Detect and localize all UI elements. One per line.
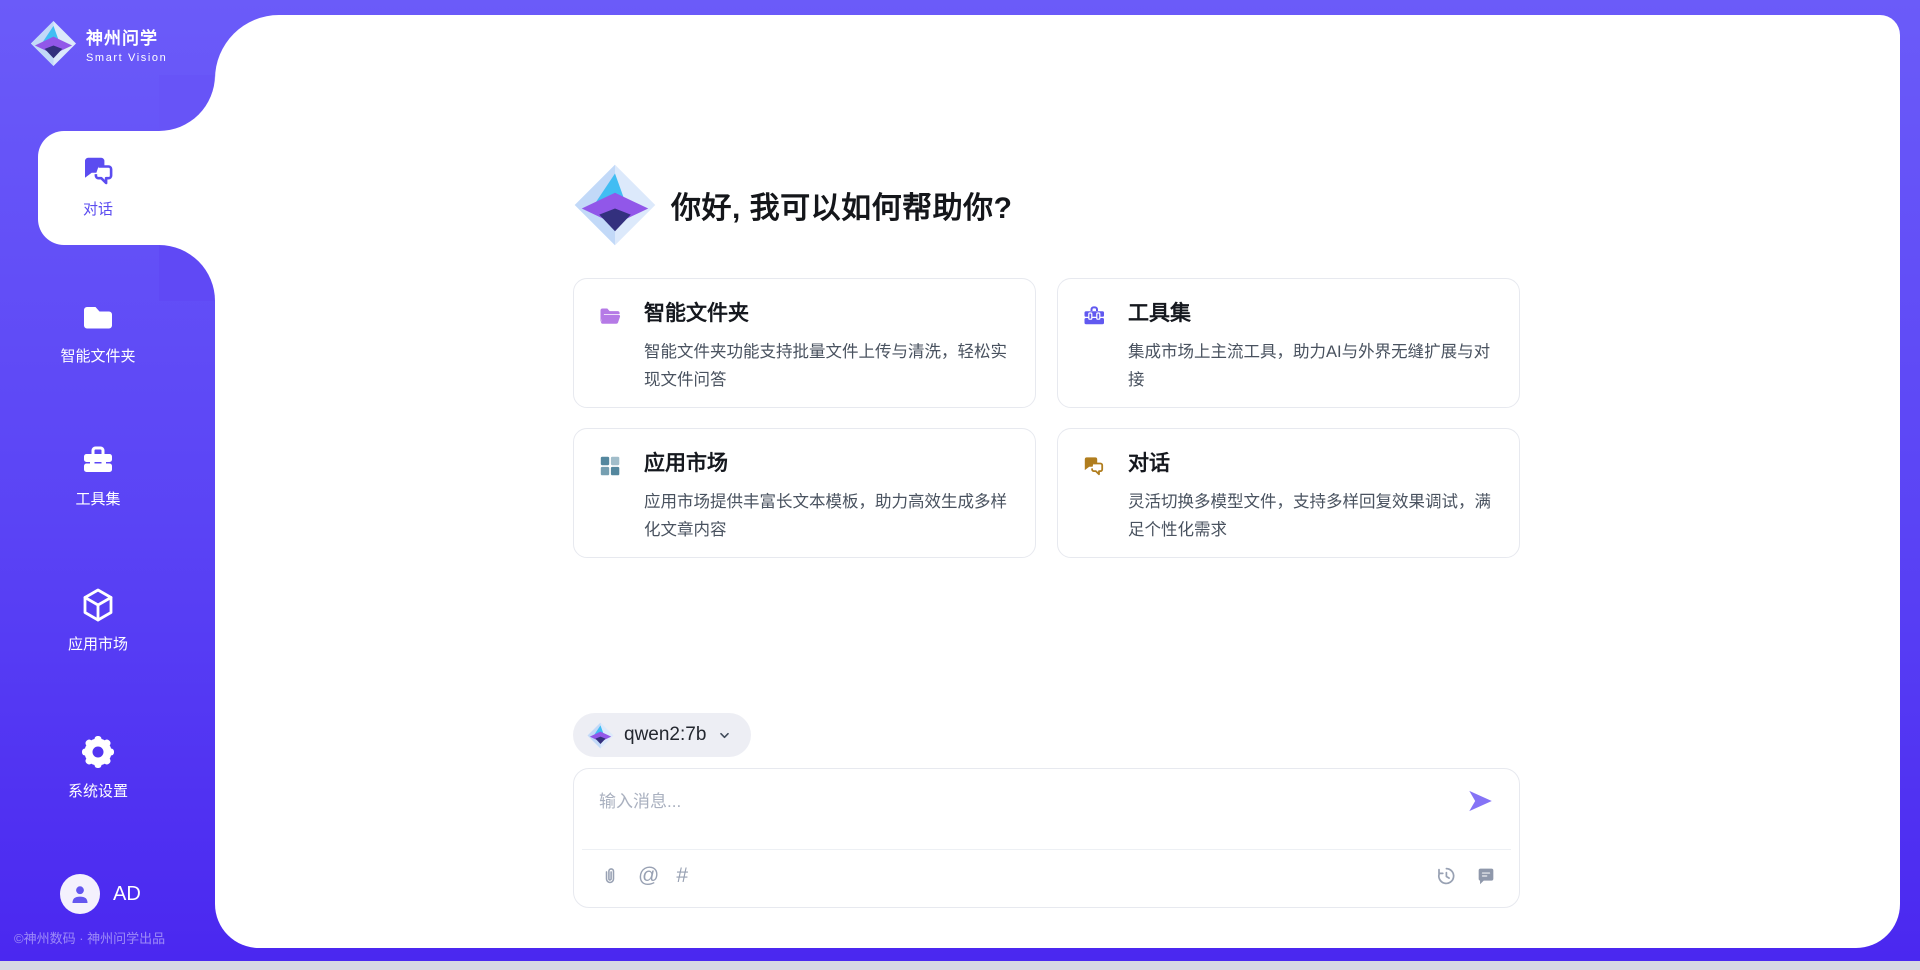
card-description: 集成市场上主流工具，助力AI与外界无缝扩展与对接 xyxy=(1128,338,1495,394)
send-icon xyxy=(1465,786,1495,816)
feature-card-chat[interactable]: 对话 灵活切换多模型文件，支持多样回复效果调试，满足个性化需求 xyxy=(1057,428,1520,558)
send-button[interactable] xyxy=(1463,785,1497,819)
tab-curve-top xyxy=(159,75,215,131)
avatar xyxy=(60,874,100,914)
chat-icon xyxy=(1082,454,1106,478)
sidebar-item-toolset[interactable]: 工具集 xyxy=(38,440,158,509)
toolbox-icon xyxy=(78,440,118,480)
folder-icon xyxy=(78,297,118,337)
model-name: qwen2:7b xyxy=(624,724,706,746)
feature-cards: 智能文件夹 智能文件夹功能支持批量文件上传与清洗，轻松实现文件问答 xyxy=(573,278,1520,558)
greeting-title: 你好, 我可以如何帮助你? xyxy=(671,183,1013,227)
mention-icon[interactable]: @ xyxy=(638,865,659,887)
attachment-icon[interactable] xyxy=(599,864,621,888)
sidebar: 神州问学 Smart Vision 对话 智能文件夹 xyxy=(0,0,215,961)
brand-text: 神州问学 Smart Vision xyxy=(86,24,167,64)
card-title: 对话 xyxy=(1128,449,1495,479)
card-body: 应用市场 应用市场提供丰富长文本模板，助力高效生成多样化文章内容 xyxy=(644,449,1011,544)
card-body: 工具集 集成市场上主流工具，助力AI与外界无缝扩展与对接 xyxy=(1128,299,1495,394)
feature-card-app-market[interactable]: 应用市场 应用市场提供丰富长文本模板，助力高效生成多样化文章内容 xyxy=(573,428,1036,558)
sidebar-item-label: 应用市场 xyxy=(68,633,128,654)
briefcase-icon xyxy=(1082,304,1106,328)
card-body: 对话 灵活切换多模型文件，支持多样回复效果调试，满足个性化需求 xyxy=(1128,449,1495,544)
gear-icon xyxy=(78,732,118,772)
history-icon[interactable] xyxy=(1434,864,1458,888)
card-description: 应用市场提供丰富长文本模板，助力高效生成多样化文章内容 xyxy=(644,488,1011,544)
message-input[interactable] xyxy=(599,787,1439,841)
sidebar-item-label: 智能文件夹 xyxy=(60,345,135,366)
composer-toolbar: @ # xyxy=(599,864,1497,888)
card-body: 智能文件夹 智能文件夹功能支持批量文件上传与清洗，轻松实现文件问答 xyxy=(644,299,1011,394)
sidebar-item-settings[interactable]: 系统设置 xyxy=(38,732,158,801)
brand: 神州问学 Smart Vision xyxy=(30,20,167,67)
model-logo-icon xyxy=(587,722,614,749)
brand-name: 神州问学 xyxy=(86,24,167,49)
sidebar-item-label: 工具集 xyxy=(75,488,120,509)
person-icon xyxy=(68,882,92,906)
sidebar-item-label: 系统设置 xyxy=(68,780,128,801)
sidebar-item-label: 对话 xyxy=(83,198,113,219)
sidebar-item-chat[interactable]: 对话 xyxy=(38,150,158,219)
composer-divider xyxy=(582,849,1511,850)
sidebar-item-app-market[interactable]: 应用市场 xyxy=(38,585,158,654)
composer-toolbar-left: @ # xyxy=(599,864,688,888)
chevron-down-icon xyxy=(716,727,733,744)
grid-icon xyxy=(598,454,622,478)
composer-toolbar-right xyxy=(1434,864,1497,888)
app-root: 神州问学 Smart Vision 对话 智能文件夹 xyxy=(0,0,1920,970)
brand-subtitle: Smart Vision xyxy=(86,52,167,64)
composer: @ # xyxy=(573,768,1520,908)
main-panel: 你好, 我可以如何帮助你? 智能文件夹 智能文件夹功能支持批量文件上传与清洗，轻… xyxy=(215,15,1900,948)
card-title: 工具集 xyxy=(1128,299,1495,329)
card-title: 应用市场 xyxy=(644,449,1011,479)
card-description: 灵活切换多模型文件，支持多样回复效果调试，满足个性化需求 xyxy=(1128,488,1495,544)
model-selector[interactable]: qwen2:7b xyxy=(573,713,751,757)
card-title: 智能文件夹 xyxy=(644,299,1011,329)
brand-logo-icon xyxy=(30,20,77,67)
user-initials: AD xyxy=(113,883,141,906)
user-profile[interactable]: AD xyxy=(60,874,141,914)
assistant-logo-icon xyxy=(573,163,657,247)
folder-open-icon xyxy=(598,304,622,328)
center-column: 你好, 我可以如何帮助你? 智能文件夹 智能文件夹功能支持批量文件上传与清洗，轻… xyxy=(573,15,1520,948)
sidebar-item-smart-folder[interactable]: 智能文件夹 xyxy=(38,297,158,366)
greeting: 你好, 我可以如何帮助你? xyxy=(573,163,1013,247)
hashtag-icon[interactable]: # xyxy=(676,865,688,887)
bottom-strip xyxy=(0,961,1920,970)
cube-icon xyxy=(78,585,118,625)
tab-curve-bottom xyxy=(159,245,215,301)
chat-icon xyxy=(78,150,118,190)
copyright: ©神州数码 · 神州问学出品 xyxy=(14,928,165,947)
card-description: 智能文件夹功能支持批量文件上传与清洗，轻松实现文件问答 xyxy=(644,338,1011,394)
feedback-icon[interactable] xyxy=(1475,865,1497,887)
feature-card-smart-folder[interactable]: 智能文件夹 智能文件夹功能支持批量文件上传与清洗，轻松实现文件问答 xyxy=(573,278,1036,408)
feature-card-toolset[interactable]: 工具集 集成市场上主流工具，助力AI与外界无缝扩展与对接 xyxy=(1057,278,1520,408)
